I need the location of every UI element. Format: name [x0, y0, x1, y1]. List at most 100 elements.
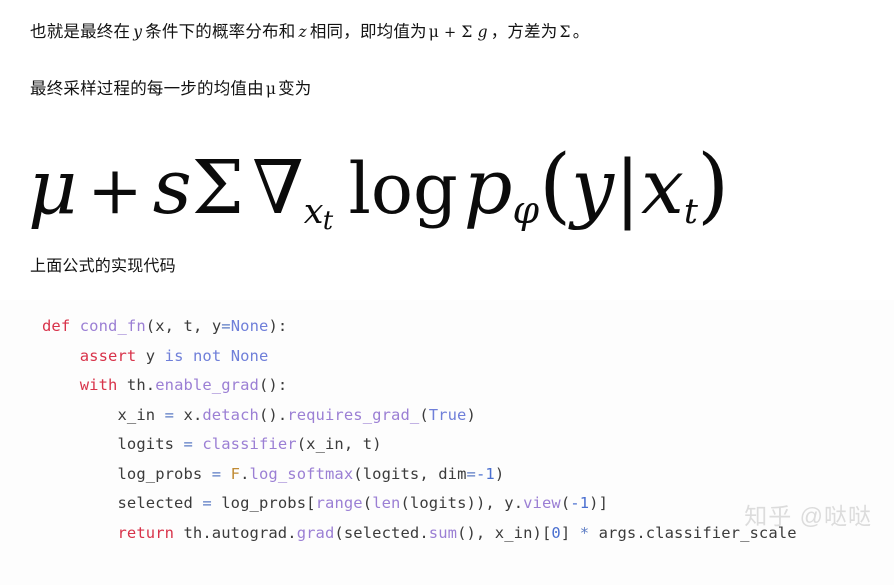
display-formula: μ + s Σ ∇ xt log p φ(y | x t) [28, 130, 848, 242]
code-token: enable_grad [155, 376, 259, 394]
code-token: t [183, 317, 193, 335]
code-token: cond_fn [79, 317, 146, 335]
code-token: )[ [532, 523, 552, 542]
paragraph-two: 最终采样过程的每一步的均值由 μ 变为 [30, 77, 312, 102]
code-token: is [164, 346, 184, 365]
code-token: * [579, 523, 590, 542]
paragraph-one-segment-2: 条件下的概率分布和 [145, 23, 296, 41]
inline-math-y: y [133, 23, 143, 41]
formula-log: log [348, 148, 458, 230]
code-token: = [202, 494, 212, 512]
code-token: log_probs [117, 464, 203, 483]
code-token: log_probs [221, 494, 307, 512]
code-token: (). [258, 405, 288, 424]
paragraph-two-segment-2: 变为 [278, 80, 312, 98]
code-token: None [230, 346, 269, 365]
paragraph-one-segment-3: 相同，即均值为 [309, 23, 427, 41]
code-line: log_probs = F.log_softmax(logits, dim=-1… [0, 460, 894, 490]
code-token: True [428, 405, 467, 424]
code-token: t [362, 435, 373, 453]
code-token: ( [296, 435, 307, 453]
formula-y: y [571, 142, 614, 231]
code-token: ( [419, 405, 429, 424]
inline-math-z: z [298, 23, 307, 41]
code-token: classifier [202, 435, 297, 453]
code-token: return [117, 523, 175, 542]
inline-math-mu-2: μ [265, 80, 277, 98]
formula-nabla-sub-t: t [322, 206, 333, 237]
formula-s: s [152, 142, 192, 231]
paragraph-one-segment-1: 也就是最终在 [30, 23, 131, 41]
code-token: y [211, 317, 222, 335]
code-token: , [192, 317, 212, 335]
code-token: ) [494, 464, 505, 483]
code-token: range [315, 494, 363, 512]
code-token: y [145, 346, 156, 365]
formula-expression: μ + s Σ ∇ xt log p φ(y | x t) [28, 138, 729, 235]
formula-conditional-bar: | [615, 145, 640, 231]
code-token: y [504, 494, 514, 512]
formula-mu: μ [28, 142, 78, 231]
code-token: = [164, 405, 175, 424]
code-token: logits [409, 494, 467, 512]
formula-phi-subscript: φ [512, 187, 540, 232]
code-token: with [79, 376, 118, 394]
code-token: x_in [306, 435, 344, 453]
code-token: = [221, 317, 231, 335]
code-token: def [42, 317, 71, 335]
code-token: not [192, 346, 222, 365]
inline-math-plus: + [444, 25, 457, 41]
code-token: len [372, 494, 401, 512]
inline-math-sigma-2: Σ [559, 23, 571, 41]
formula-sigma: Σ [191, 145, 245, 231]
code-token: , [343, 435, 363, 453]
code-token: . [240, 464, 250, 483]
code-token: -1 [570, 494, 590, 512]
code-token: ) [466, 405, 476, 424]
code-line: def cond_fn(x, t, y=None): [0, 312, 894, 342]
paragraph-two-segment-1: 最终采样过程的每一步的均值由 [30, 80, 264, 98]
code-token: ( [400, 494, 410, 512]
code-token: . [419, 523, 429, 542]
code-token: x_in [117, 405, 156, 424]
code-line: x_in = x.detach().requires_grad_(True) [0, 401, 894, 431]
inline-math-mu: μ [428, 23, 440, 41]
code-token: ( [362, 494, 373, 512]
formula-nabla-subscript: xt [303, 192, 333, 234]
code-caption: 上面公式的实现代码 [30, 258, 176, 275]
code-token: ( [145, 317, 156, 335]
code-token: logits [117, 435, 175, 453]
code-token: . [513, 494, 524, 512]
formula-x: x [640, 142, 684, 231]
paragraph-one-segment-4: ，方差为 [490, 23, 558, 41]
code-token: , [164, 317, 184, 335]
formula-nabla-sub-x: x [303, 192, 324, 233]
code-token: ( [334, 523, 344, 542]
code-token: , [419, 464, 439, 483]
paragraph-one: 也就是最终在 y 条件下的概率分布和 z 相同，即均值为 μ + Σg ，方差为 Σ。 [30, 20, 589, 45]
code-token: [ [306, 494, 316, 512]
code-line: assert y is not None [0, 342, 894, 372]
inline-math-g: g [477, 23, 488, 41]
code-token: 0 [551, 523, 561, 542]
code-line: with th.enable_grad(): [0, 371, 894, 401]
code-token: log_softmax [249, 464, 354, 483]
code-token: view [523, 494, 561, 512]
formula-lparen: ( [539, 138, 572, 233]
code-block[interactable]: def cond_fn(x, t, y=None): assert y is n… [0, 300, 894, 585]
formula-nabla: ∇ [252, 145, 304, 231]
code-token: ( [560, 494, 571, 512]
